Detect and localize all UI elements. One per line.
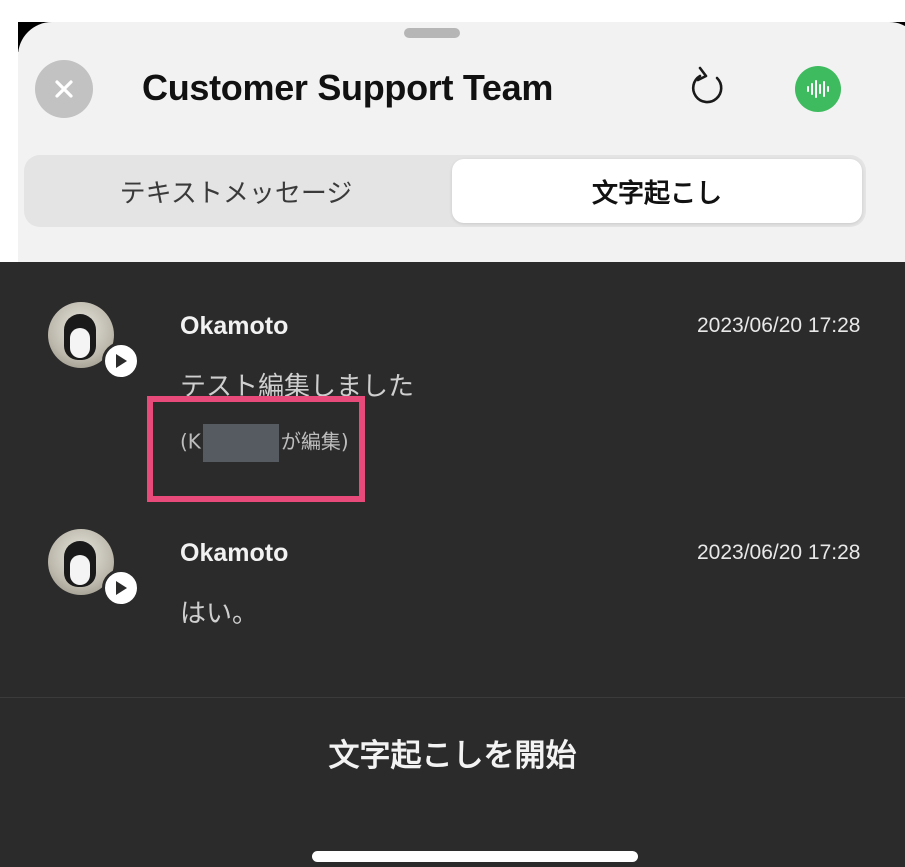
refresh-icon xyxy=(691,66,723,104)
tab-transcription[interactable]: 文字起こし xyxy=(452,159,862,223)
tab-text-message[interactable]: テキストメッセージ xyxy=(28,159,444,223)
sender-name: Okamoto xyxy=(180,312,289,340)
page-title: Customer Support Team xyxy=(142,67,554,108)
close-button[interactable] xyxy=(35,60,93,118)
segmented-control: テキストメッセージ 文字起こし xyxy=(24,155,866,227)
play-button[interactable] xyxy=(102,342,140,380)
timestamp: 2023/06/20 17:28 xyxy=(697,541,861,564)
refresh-button[interactable] xyxy=(680,58,736,118)
highlight-box xyxy=(147,396,365,502)
close-icon xyxy=(55,80,73,98)
home-indicator[interactable] xyxy=(312,851,638,862)
message-text[interactable]: はい。 xyxy=(180,593,258,630)
divider xyxy=(0,697,905,698)
avatar xyxy=(48,529,140,607)
timestamp: 2023/06/20 17:28 xyxy=(697,314,861,337)
sender-name: Okamoto xyxy=(180,539,289,567)
play-icon xyxy=(116,354,127,368)
sheet-grabber[interactable] xyxy=(404,28,460,38)
play-button[interactable] xyxy=(102,569,140,607)
waveform-icon xyxy=(807,80,829,98)
play-icon xyxy=(116,581,127,595)
avatar xyxy=(48,302,140,380)
voice-button[interactable] xyxy=(795,66,841,112)
start-transcription-button[interactable]: 文字起こしを開始 xyxy=(0,730,905,775)
